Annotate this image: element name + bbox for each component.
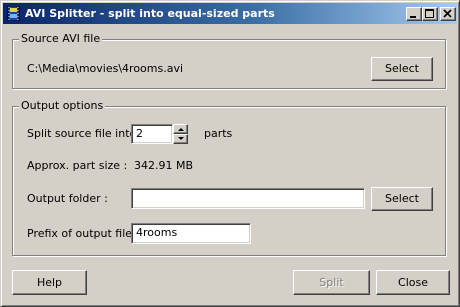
split-into-label: Split source file into — [27, 127, 137, 140]
part-size-value: 342.91 MB — [134, 159, 194, 172]
select-folder-button[interactable]: Select — [371, 187, 433, 211]
minimize-icon — [410, 16, 416, 18]
title-bar[interactable]: AVI Splitter - split into equal-sized pa… — [3, 3, 457, 24]
output-group-legend: Output options — [19, 99, 106, 113]
app-window: AVI Splitter - split into equal-sized pa… — [0, 0, 460, 307]
source-file-path: C:\Media\movies\4rooms.avi — [27, 62, 184, 75]
output-folder-label: Output folder : — [27, 192, 108, 205]
maximize-button[interactable] — [422, 7, 438, 21]
app-film-icon — [7, 5, 21, 22]
select-source-button[interactable]: Select — [371, 57, 433, 81]
minimize-button[interactable] — [406, 7, 422, 21]
arrow-down-icon — [178, 137, 184, 140]
prefix-label: Prefix of output files : — [27, 227, 145, 240]
prefix-input[interactable]: 4rooms — [131, 223, 251, 244]
parts-label: parts — [204, 127, 233, 140]
spin-down-button[interactable] — [173, 134, 188, 144]
split-count-input[interactable]: 2 — [131, 124, 173, 144]
arrow-up-icon — [178, 128, 184, 131]
spin-up-button[interactable] — [173, 124, 188, 134]
part-size-label: Approx. part size : — [27, 159, 128, 172]
close-icon — [443, 9, 452, 18]
close-button[interactable]: Close — [376, 270, 450, 295]
maximize-icon — [425, 9, 434, 18]
split-button[interactable]: Split — [293, 270, 370, 295]
output-folder-input[interactable] — [131, 188, 365, 209]
help-button[interactable]: Help — [12, 270, 87, 295]
source-group-legend: Source AVI file — [19, 32, 103, 46]
window-title: AVI Splitter - split into equal-sized pa… — [25, 7, 275, 20]
close-window-button[interactable] — [440, 7, 456, 21]
